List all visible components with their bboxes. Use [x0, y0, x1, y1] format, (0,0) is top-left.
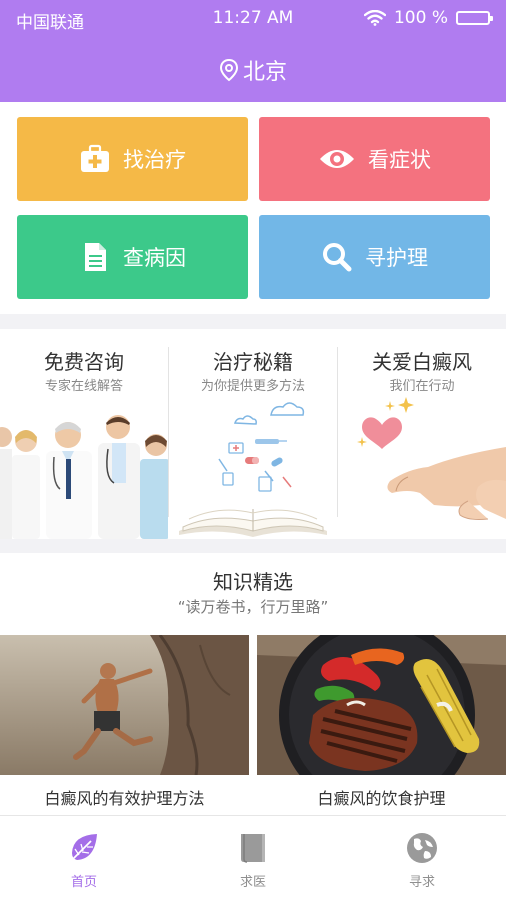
feature-subtitle: 专家在线解答 [44, 379, 123, 394]
find-care-label: 寻护理 [365, 246, 428, 270]
view-symptoms-label: 看症状 [368, 148, 431, 172]
article-title: 白癜风的有效护理方法 [44, 789, 205, 808]
tab-seek-doctor[interactable]: 求医 [169, 816, 337, 900]
knowledge-section: 知识精选 “读万卷书，行万里路” 2032 1204 白癜风的有效护理方法 20… [0, 553, 506, 815]
article-card[interactable]: 2032 1204 白癜风的有效护理方法 [0, 635, 249, 815]
book-icon [241, 834, 265, 863]
find-treatment-label: 找治疗 [123, 148, 186, 172]
treatment-tips-card[interactable]: 治疗秘籍 为你提供更多方法 [169, 329, 337, 539]
view-symptoms-button[interactable]: 看症状 [259, 117, 490, 201]
find-care-button[interactable]: 寻护理 [259, 215, 490, 299]
tab-label: 寻求 [408, 875, 435, 890]
leaf-icon [68, 834, 97, 864]
hands-heart-image [357, 397, 506, 520]
article-card[interactable]: 2032 1204 白癜风的饮食护理 [257, 635, 506, 815]
wifi-icon [363, 10, 386, 26]
location-selector[interactable]: 北京 [0, 54, 506, 86]
location-pin-icon [219, 58, 238, 82]
check-causes-label: 查病因 [123, 246, 186, 270]
medkit-icon [81, 144, 109, 172]
tab-label: 求医 [239, 875, 266, 890]
feature-subtitle: 我们在行动 [389, 379, 455, 394]
section-title: 知识精选 [213, 570, 293, 594]
search-icon [323, 243, 352, 272]
feature-title: 治疗秘籍 [213, 350, 293, 374]
article-title: 白癜风的饮食护理 [317, 789, 446, 808]
grilled-food-image [257, 635, 506, 775]
free-consult-card[interactable]: 免费咨询 专家在线解答 [0, 329, 168, 539]
open-book-image [179, 402, 327, 537]
doctors-image [0, 415, 168, 539]
feature-section: 免费咨询 专家在线解答 治疗秘籍 为你提供更多方法 关爱白癜风 我们在行动 [0, 329, 506, 539]
city-label: 北京 [242, 60, 287, 85]
feature-title: 关爱白癜风 [372, 350, 472, 374]
find-treatment-button[interactable]: 找治疗 [17, 117, 248, 201]
tab-label: 首页 [70, 875, 97, 890]
check-causes-button[interactable]: 查病因 [17, 215, 248, 299]
section-subtitle: “读万卷书，行万里路” [177, 598, 329, 616]
feature-subtitle: 为你提供更多方法 [200, 379, 305, 394]
battery-percent: 100 % [393, 8, 448, 28]
globe-icon [407, 833, 437, 863]
status-bar: 中国联通 11:27 AM 100 % [0, 0, 506, 36]
rock-climbing-image [0, 635, 249, 775]
vitiligo-care-card[interactable]: 关爱白癜风 我们在行动 [338, 329, 506, 539]
battery-icon [456, 11, 493, 25]
tab-home[interactable]: 首页 [0, 816, 168, 900]
quick-actions: 找治疗 看症状 查病因 寻护理 [0, 102, 506, 314]
eye-icon [320, 150, 354, 168]
feature-title: 免费咨询 [44, 350, 124, 374]
document-icon [85, 243, 106, 271]
status-right: 100 % [363, 8, 493, 28]
tab-bar: 首页 求医 寻求 [0, 815, 506, 900]
tab-explore[interactable]: 寻求 [338, 816, 506, 900]
header: 中国联通 11:27 AM 100 % 北京 [0, 0, 506, 102]
